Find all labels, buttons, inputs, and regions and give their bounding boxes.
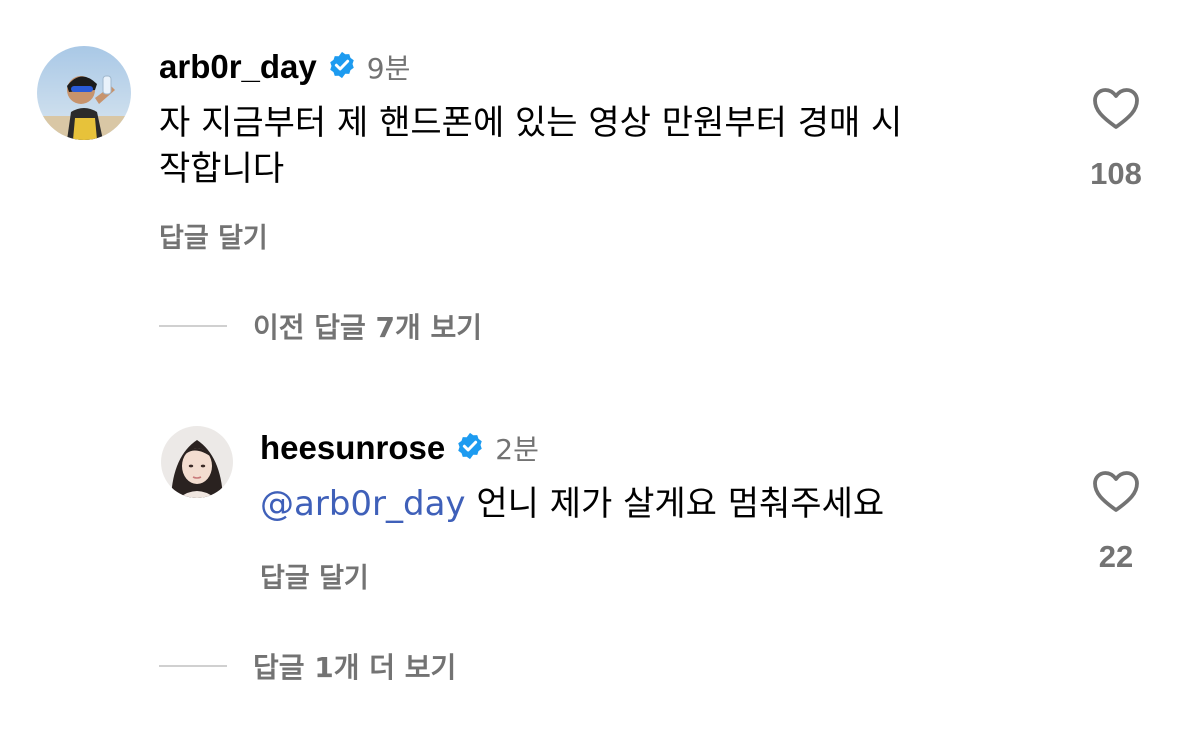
comment-header: heesunrose 2분	[260, 427, 539, 469]
comment-body: 언니 제가 살게요 멈춰주세요	[465, 484, 885, 524]
view-replies-label: 이전 답글 7개 보기	[253, 311, 483, 344]
username[interactable]: arb0r_day	[159, 48, 317, 86]
thread-line	[159, 325, 227, 327]
mention-link[interactable]: @arb0r_day	[260, 484, 466, 524]
comment-header: arb0r_day 9분	[159, 46, 410, 88]
like-count: 22	[1098, 539, 1134, 574]
comment-text-line: 작합니다	[159, 149, 285, 189]
username[interactable]: heesunrose	[260, 429, 445, 467]
timestamp: 9분	[366, 52, 411, 85]
verified-badge-icon	[327, 50, 357, 84]
reply-button[interactable]: 답글 달기	[159, 216, 268, 255]
comment-text: 자 지금부터 제 핸드폰에 있는 영상 만원부터 경매 시 작합니다	[159, 100, 902, 192]
view-replies-label: 답글 1개 더 보기	[253, 651, 457, 684]
comment-text-line: 자 지금부터 제 핸드폰에 있는 영상 만원부터 경매 시	[159, 103, 903, 143]
heart-outline-icon[interactable]	[1076, 86, 1156, 134]
avatar-arb0r-day[interactable]	[37, 46, 131, 140]
like-block: 22	[1076, 469, 1156, 575]
verified-badge-icon	[455, 431, 485, 465]
view-more-replies[interactable]: 답글 1개 더 보기	[159, 646, 456, 686]
timestamp: 2분	[495, 433, 539, 466]
like-count: 108	[1090, 156, 1142, 191]
comment-text: @arb0r_day 언니 제가 살게요 멈춰주세요	[260, 481, 884, 527]
like-block: 108	[1076, 86, 1156, 192]
view-previous-replies[interactable]: 이전 답글 7개 보기	[159, 306, 482, 346]
reply-button[interactable]: 답글 달기	[260, 556, 369, 595]
avatar-heesunrose[interactable]	[161, 426, 233, 498]
heart-outline-icon[interactable]	[1076, 469, 1156, 517]
thread-line	[159, 665, 227, 667]
